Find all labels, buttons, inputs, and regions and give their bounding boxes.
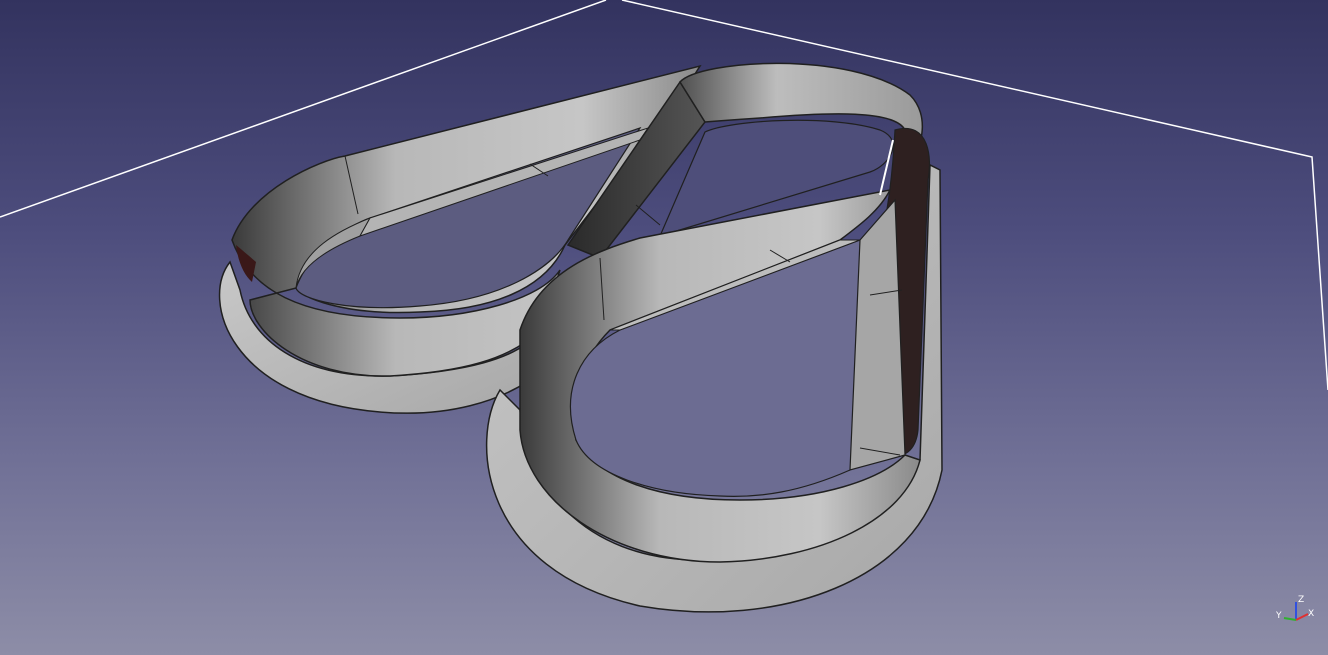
3d-viewport[interactable]: Z X Y [0, 0, 1328, 655]
seam-line [635, 204, 661, 226]
z-axis-label: Z [1298, 595, 1304, 605]
x-axis-line [1295, 613, 1309, 621]
y-axis-label: Y [1275, 611, 1282, 621]
axis-triad[interactable]: Z X Y [1270, 592, 1326, 632]
x-axis-label: X [1308, 609, 1314, 619]
y-axis-line [1283, 617, 1297, 621]
3d-scene[interactable] [0, 0, 1328, 655]
